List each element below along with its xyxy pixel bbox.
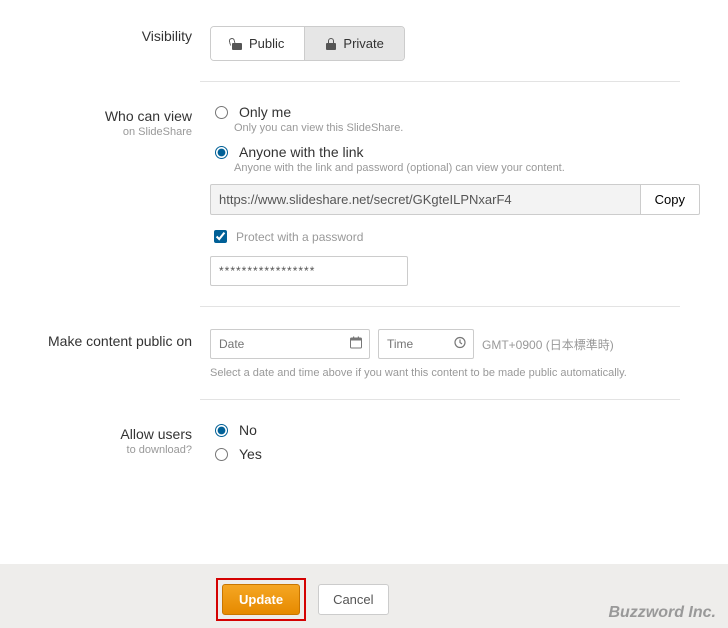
secret-link-input[interactable] — [210, 184, 641, 215]
cancel-button[interactable]: Cancel — [318, 584, 388, 615]
date-input[interactable] — [210, 329, 370, 359]
who-can-view-label: Who can view — [20, 108, 192, 124]
allow-users-sublabel: to download? — [20, 444, 192, 456]
allow-users-label: Allow users — [20, 426, 192, 442]
time-input[interactable] — [378, 329, 474, 359]
visibility-private-label: Private — [343, 36, 383, 51]
visibility-label: Visibility — [20, 28, 192, 44]
password-protect-label: Protect with a password — [236, 230, 363, 244]
password-input[interactable] — [210, 256, 408, 286]
schedule-label: Make content public on — [20, 333, 192, 349]
visibility-private-button[interactable]: Private — [304, 27, 403, 60]
update-button[interactable]: Update — [222, 584, 300, 615]
who-can-view-sublabel: on SlideShare — [20, 126, 192, 138]
password-protect-checkbox[interactable] — [214, 230, 227, 243]
anyone-link-option[interactable]: Anyone with the link — [210, 144, 700, 160]
download-no-radio[interactable] — [215, 424, 228, 437]
download-yes-label: Yes — [239, 446, 262, 462]
download-no-option[interactable]: No — [210, 422, 700, 438]
schedule-hint: Select a date and time above if you want… — [210, 367, 700, 379]
footer-bar: Update Cancel Buzzword Inc. — [0, 564, 728, 628]
visibility-public-label: Public — [249, 36, 284, 51]
download-yes-radio[interactable] — [215, 448, 228, 461]
download-yes-option[interactable]: Yes — [210, 446, 700, 462]
section-divider — [200, 306, 680, 307]
unlock-icon — [231, 38, 243, 50]
copy-button[interactable]: Copy — [641, 184, 700, 215]
anyone-link-radio[interactable] — [215, 146, 228, 159]
brand-label: Buzzword Inc. — [608, 604, 716, 622]
visibility-public-button[interactable]: Public — [211, 27, 304, 60]
only-me-label: Only me — [239, 104, 291, 120]
only-me-radio[interactable] — [215, 106, 228, 119]
password-protect-row[interactable]: Protect with a password — [210, 227, 700, 246]
schedule-datetime-row: GMT+0900 (日本標準時) — [210, 329, 700, 359]
anyone-link-desc: Anyone with the link and password (optio… — [234, 162, 700, 174]
secret-link-row: Copy — [210, 184, 700, 215]
visibility-toggle: Public Private — [210, 26, 405, 61]
schedule-section: Make content public on — [20, 325, 700, 389]
section-divider — [200, 81, 680, 82]
section-divider — [200, 399, 680, 400]
only-me-option[interactable]: Only me — [210, 104, 700, 120]
who-can-view-section: Who can view on SlideShare Only me Only … — [20, 100, 700, 296]
visibility-section: Visibility Public Private — [20, 20, 700, 71]
update-highlight-box: Update — [216, 578, 306, 621]
lock-icon — [325, 38, 337, 50]
timezone-label: GMT+0900 (日本標準時) — [482, 336, 614, 353]
allow-download-section: Allow users to download? No Yes — [20, 418, 700, 474]
anyone-link-label: Anyone with the link — [239, 144, 364, 160]
download-no-label: No — [239, 422, 257, 438]
only-me-desc: Only you can view this SlideShare. — [234, 122, 700, 134]
